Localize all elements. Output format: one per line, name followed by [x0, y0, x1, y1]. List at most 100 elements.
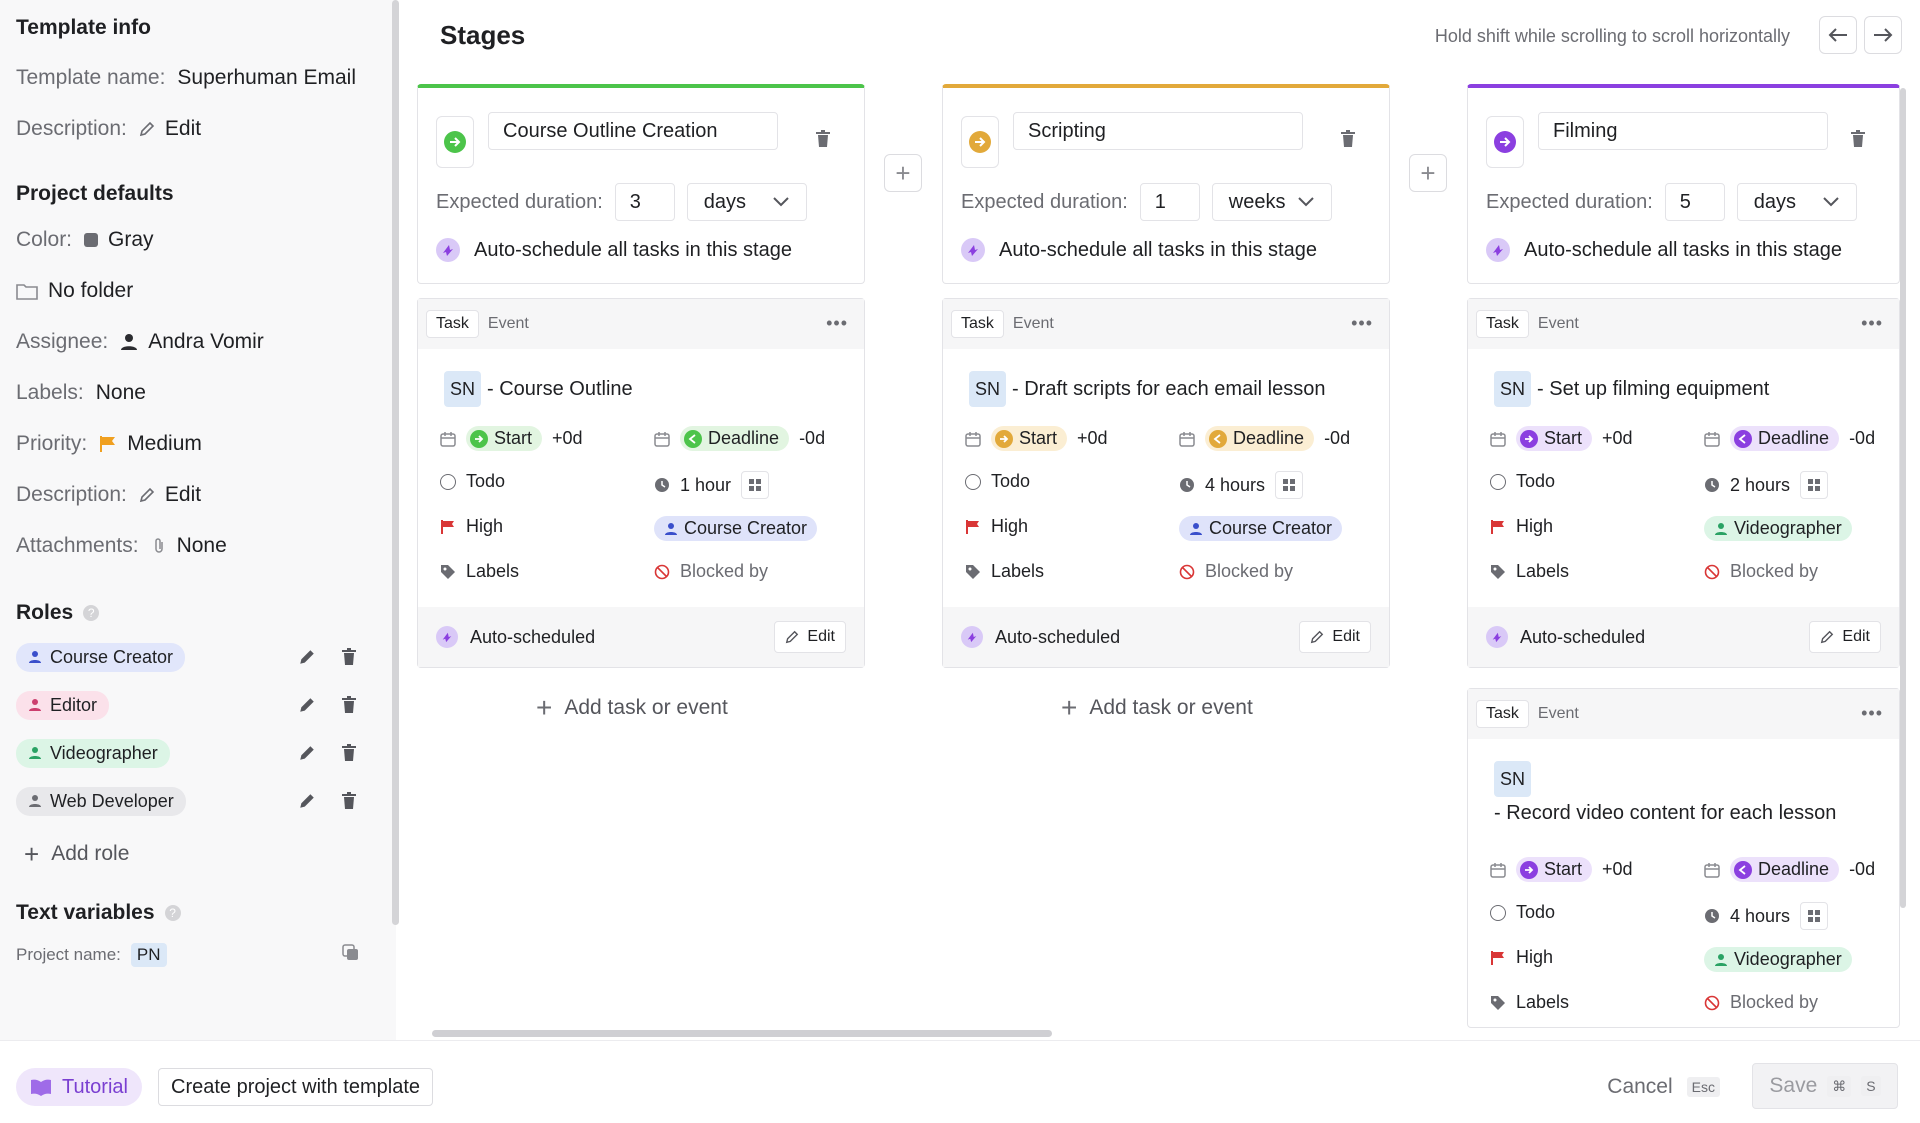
more-icon[interactable]: ••• [1861, 703, 1883, 724]
edit-button[interactable]: Edit [1299, 621, 1371, 653]
trash-icon[interactable] [812, 128, 834, 150]
role-chip[interactable]: Videographer [16, 738, 170, 768]
add-task-button[interactable]: + Add task or event [536, 692, 728, 724]
role-row[interactable]: Videographer [1704, 516, 1852, 541]
add-role-button[interactable]: + Add role [16, 825, 380, 883]
grid-icon[interactable] [741, 471, 770, 499]
start-row[interactable]: Start +0d [1490, 426, 1633, 451]
duration-row[interactable]: 4 hours [1704, 902, 1829, 930]
pencil-icon[interactable] [296, 742, 318, 764]
stage-name-input[interactable]: Filming [1538, 112, 1828, 150]
duration-input[interactable]: 5 [1664, 183, 1725, 221]
role-row[interactable]: Course Creator [1179, 516, 1343, 541]
blocked-by-row[interactable]: Blocked by [1704, 561, 1818, 582]
role-chip[interactable]: Course Creator [16, 642, 186, 672]
description-edit-button[interactable]: Edit [139, 117, 201, 141]
role-row[interactable]: Course Creator [654, 516, 818, 541]
edit-button[interactable]: Edit [1809, 621, 1881, 653]
grid-icon[interactable] [1800, 902, 1829, 930]
trash-icon[interactable] [338, 694, 360, 716]
add-task-button[interactable]: + Add task or event [1061, 692, 1253, 724]
grid-icon[interactable] [1800, 471, 1829, 499]
blocked-by-row[interactable]: Blocked by [654, 561, 768, 582]
description2-edit-button[interactable]: Edit [139, 483, 201, 507]
trash-icon[interactable] [338, 646, 360, 668]
role-chip[interactable]: Web Developer [16, 786, 186, 816]
role-chip[interactable]: Editor [16, 690, 110, 720]
auto-schedule-toggle[interactable]: Auto-schedule all tasks in this stage [436, 238, 792, 262]
folder-row[interactable]: No folder [16, 265, 380, 316]
labels-row[interactable]: Labels [965, 561, 1044, 582]
horizontal-scrollbar[interactable] [432, 1030, 1052, 1037]
copy-icon[interactable] [342, 943, 360, 967]
trash-icon[interactable] [338, 742, 360, 764]
labels-row[interactable]: Labels [1490, 561, 1569, 582]
trash-icon[interactable] [1847, 128, 1869, 150]
task-card[interactable]: Task Event ••• SN - Course Outline Start +0d De… [417, 298, 865, 668]
pencil-icon[interactable] [296, 646, 318, 668]
labels-row[interactable]: Labels: None [16, 367, 380, 418]
help-icon[interactable]: ? [83, 605, 100, 621]
auto-schedule-toggle[interactable]: Auto-schedule all tasks in this stage [1486, 238, 1842, 262]
deadline-row[interactable]: Deadline -0d [1179, 426, 1350, 451]
status-row[interactable]: Todo [1490, 902, 1555, 923]
trash-icon[interactable] [338, 790, 360, 812]
status-row[interactable]: Todo [965, 471, 1030, 492]
status-row[interactable]: Todo [1490, 471, 1555, 492]
create-project-button[interactable]: Create project with template [158, 1068, 434, 1106]
stage-name-input[interactable]: Course Outline Creation [488, 112, 778, 150]
more-icon[interactable]: ••• [1861, 313, 1883, 334]
task-card[interactable]: Task Event ••• SN - Draft scripts for each e… [942, 298, 1390, 668]
priority-row[interactable]: High [1490, 947, 1553, 968]
stage-color-button[interactable] [961, 116, 999, 168]
edit-button[interactable]: Edit [774, 621, 846, 653]
help-icon[interactable]: ? [164, 905, 181, 921]
start-row[interactable]: Start +0d [965, 426, 1108, 451]
event-tab[interactable]: Event [1004, 311, 1063, 337]
start-row[interactable]: Start +0d [440, 426, 583, 451]
duration-row[interactable]: 2 hours [1704, 471, 1829, 499]
duration-unit-select[interactable]: weeks [1211, 183, 1332, 221]
cancel-button[interactable]: Cancel Esc [1607, 1068, 1720, 1106]
pencil-icon[interactable] [296, 790, 318, 812]
status-row[interactable]: Todo [440, 471, 505, 492]
scroll-right-button[interactable] [1864, 16, 1902, 54]
labels-row[interactable]: Labels [1490, 992, 1569, 1013]
event-tab[interactable]: Event [479, 311, 538, 337]
task-card[interactable]: Task Event ••• SN - Set up filming equipment… [1467, 298, 1900, 668]
start-row[interactable]: Start +0d [1490, 857, 1633, 882]
duration-unit-select[interactable]: days [1736, 183, 1857, 221]
project-name-chip[interactable]: PN [130, 943, 167, 967]
stage-color-button[interactable] [436, 116, 474, 168]
task-tab[interactable]: Task [1476, 700, 1529, 728]
deadline-row[interactable]: Deadline -0d [1704, 426, 1875, 451]
vertical-scrollbar[interactable] [1900, 88, 1906, 908]
stage-name-input[interactable]: Scripting [1013, 112, 1303, 150]
role-row[interactable]: Videographer [1704, 947, 1852, 972]
task-tab[interactable]: Task [1476, 310, 1529, 338]
duration-input[interactable]: 3 [614, 183, 675, 221]
tutorial-button[interactable]: Tutorial [16, 1068, 142, 1106]
trash-icon[interactable] [1337, 128, 1359, 150]
duration-unit-select[interactable]: days [686, 183, 807, 221]
deadline-row[interactable]: Deadline -0d [1704, 857, 1875, 882]
auto-schedule-toggle[interactable]: Auto-schedule all tasks in this stage [961, 238, 1317, 262]
grid-icon[interactable] [1275, 471, 1304, 499]
labels-row[interactable]: Labels [440, 561, 519, 582]
task-title[interactable]: SN - Set up filming equipment [1494, 371, 1877, 407]
priority-row[interactable]: Priority: Medium [16, 418, 380, 469]
scroll-left-button[interactable] [1819, 16, 1857, 54]
duration-row[interactable]: 1 hour [654, 471, 770, 499]
priority-row[interactable]: High [965, 516, 1028, 537]
pencil-icon[interactable] [296, 694, 318, 716]
task-title[interactable]: SN - Course Outline [444, 371, 842, 407]
duration-input[interactable]: 1 [1139, 183, 1200, 221]
event-tab[interactable]: Event [1529, 311, 1588, 337]
blocked-by-row[interactable]: Blocked by [1704, 992, 1818, 1013]
stage-color-button[interactable] [1486, 116, 1524, 168]
color-row[interactable]: Color: Gray [16, 214, 380, 265]
add-stage-button[interactable]: + [1409, 154, 1447, 192]
assignee-row[interactable]: Assignee: Andra Vomir [16, 316, 380, 367]
duration-row[interactable]: 4 hours [1179, 471, 1304, 499]
task-tab[interactable]: Task [426, 310, 479, 338]
